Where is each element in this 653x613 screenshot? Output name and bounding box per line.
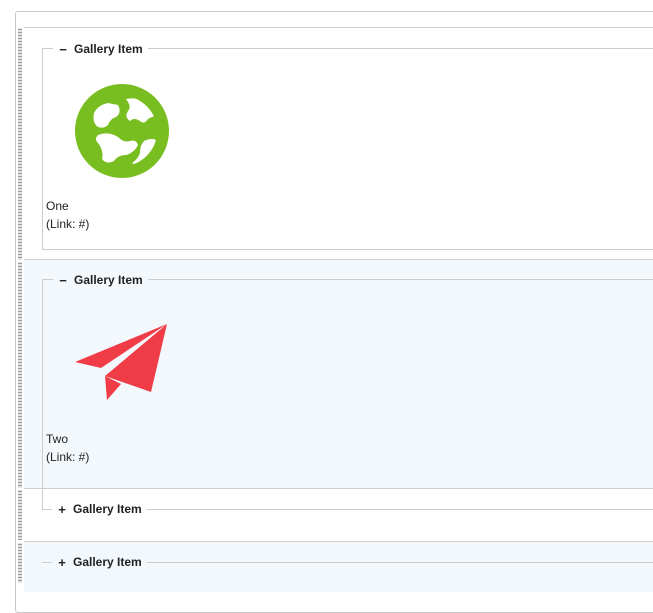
gallery-item-title: Gallery Item [74,273,143,287]
gallery-item-fieldset: − Gallery Item One (Link: #) [42,40,653,250]
collapse-toggle[interactable]: − [58,273,68,288]
gallery-item-legend[interactable]: − Gallery Item [53,40,148,58]
paper-plane-icon [75,324,167,400]
gallery-item-title: Gallery Item [74,42,143,56]
gallery-item-legend[interactable]: + Gallery Item [52,500,147,518]
expand-toggle[interactable]: + [57,502,67,517]
globe-icon [75,84,169,178]
item-title-text: One [46,199,69,213]
gallery-item-title: Gallery Item [73,555,142,569]
gallery-item-fieldset: − Gallery Item Two (Link: #) [42,271,653,510]
drag-handle[interactable] [18,28,22,260]
gallery-item-row: + Gallery Item [24,541,653,592]
expand-toggle[interactable]: + [57,555,67,570]
gallery-item-caption: One (Link: #) [46,197,89,233]
gallery-item-row: − Gallery Item Two (Link: #) [24,259,653,510]
drag-handle[interactable] [18,543,22,583]
gallery-item-legend[interactable]: + Gallery Item [52,553,147,571]
item-title-text: Two [46,432,69,446]
item-link-text: (Link: #) [46,450,90,464]
gallery-item-legend[interactable]: − Gallery Item [53,271,148,289]
item-link-text: (Link: #) [46,217,90,231]
collapse-toggle[interactable]: − [58,42,68,57]
gallery-item-caption: Two (Link: #) [46,430,89,466]
gallery-item-row: + Gallery Item [24,488,653,542]
gallery-item-title: Gallery Item [73,502,142,516]
drag-handle[interactable] [18,262,22,488]
drag-handle[interactable] [18,490,22,540]
gallery-item-row: − Gallery Item One (Link: #) [24,27,653,260]
